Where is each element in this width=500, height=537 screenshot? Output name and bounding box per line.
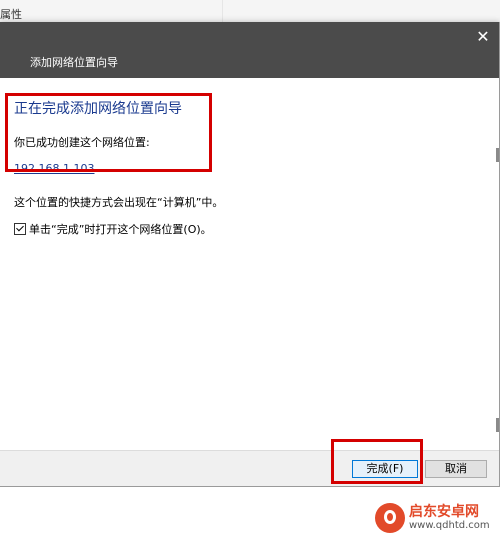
edge-marks (496, 78, 499, 450)
open-location-checkbox-row[interactable]: 单击“完成”时打开这个网络位置(O)。 (14, 222, 212, 236)
background-window-strip: 属性 (0, 0, 500, 23)
shortcut-note: 这个位置的快捷方式会出现在“计算机”中。 (14, 196, 224, 209)
highlight-box-finish (331, 439, 423, 484)
dialog-footer: 完成(F) 取消 (0, 450, 499, 486)
watermark-text: 启东安卓网 www.qdhtd.com (409, 504, 490, 532)
watermark: 启东安卓网 www.qdhtd.com (375, 499, 500, 537)
wizard-caption: 添加网络位置向导 (30, 56, 118, 69)
open-location-checkbox[interactable] (14, 223, 26, 235)
close-icon[interactable]: ✕ (471, 26, 495, 48)
watermark-logo-icon (375, 503, 405, 533)
add-network-location-dialog: ✕ 添加网络位置向导 正在完成添加网络位置向导 你已成功创建这个网络位置: 19… (0, 22, 500, 487)
cancel-button[interactable]: 取消 (425, 460, 487, 478)
screen: 属性 ✕ 添加网络位置向导 正在完成添加网络位置向导 你已成功创建这个网络位置:… (0, 0, 500, 537)
open-location-checkbox-label[interactable]: 单击“完成”时打开这个网络位置(O)。 (29, 221, 212, 237)
background-divider (222, 0, 223, 22)
highlight-box-heading (5, 93, 212, 172)
background-partial-label: 属性 (0, 8, 22, 21)
dialog-title-bar[interactable]: ✕ 添加网络位置向导 (0, 22, 499, 78)
watermark-title: 启东安卓网 (409, 504, 479, 520)
watermark-url: www.qdhtd.com (409, 520, 490, 531)
